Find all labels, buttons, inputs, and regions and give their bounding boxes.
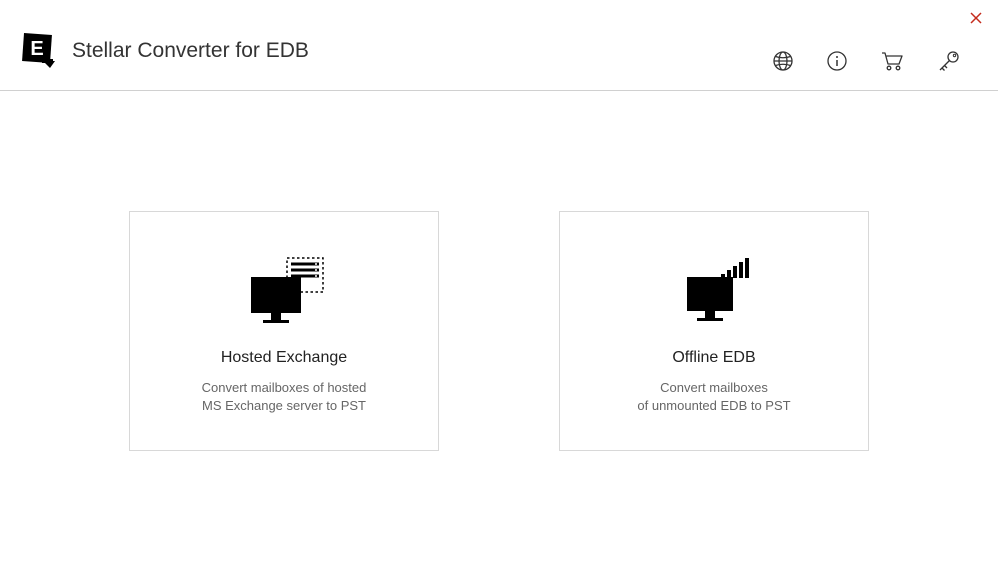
info-button[interactable] [826,50,848,72]
buy-button[interactable] [880,50,904,72]
app-header: E Stellar Converter for EDB [0,0,998,91]
offline-edb-card[interactable]: Offline EDB Convert mailboxes of unmount… [559,211,869,451]
header-toolbar [772,30,978,72]
activate-button[interactable] [936,50,960,72]
hosted-exchange-icon [239,247,329,337]
info-icon [826,50,848,72]
app-title: Stellar Converter for EDB [72,39,309,63]
card-title: Offline EDB [672,349,755,367]
offline-edb-icon [669,247,759,337]
hosted-exchange-card[interactable]: Hosted Exchange Convert mailboxes of hos… [129,211,439,451]
close-button[interactable] [966,8,986,32]
cart-icon [880,50,904,72]
close-icon [970,12,982,24]
language-button[interactable] [772,50,794,72]
card-description: Convert mailboxes of hosted MS Exchange … [202,379,367,415]
key-icon [936,50,960,72]
main-content: Hosted Exchange Convert mailboxes of hos… [0,91,998,451]
app-logo: E [20,31,60,71]
header-left: E Stellar Converter for EDB [20,31,309,71]
card-description: Convert mailboxes of unmounted EDB to PS… [637,379,790,415]
globe-icon [772,50,794,72]
card-title: Hosted Exchange [221,349,347,367]
svg-text:E: E [30,38,43,60]
